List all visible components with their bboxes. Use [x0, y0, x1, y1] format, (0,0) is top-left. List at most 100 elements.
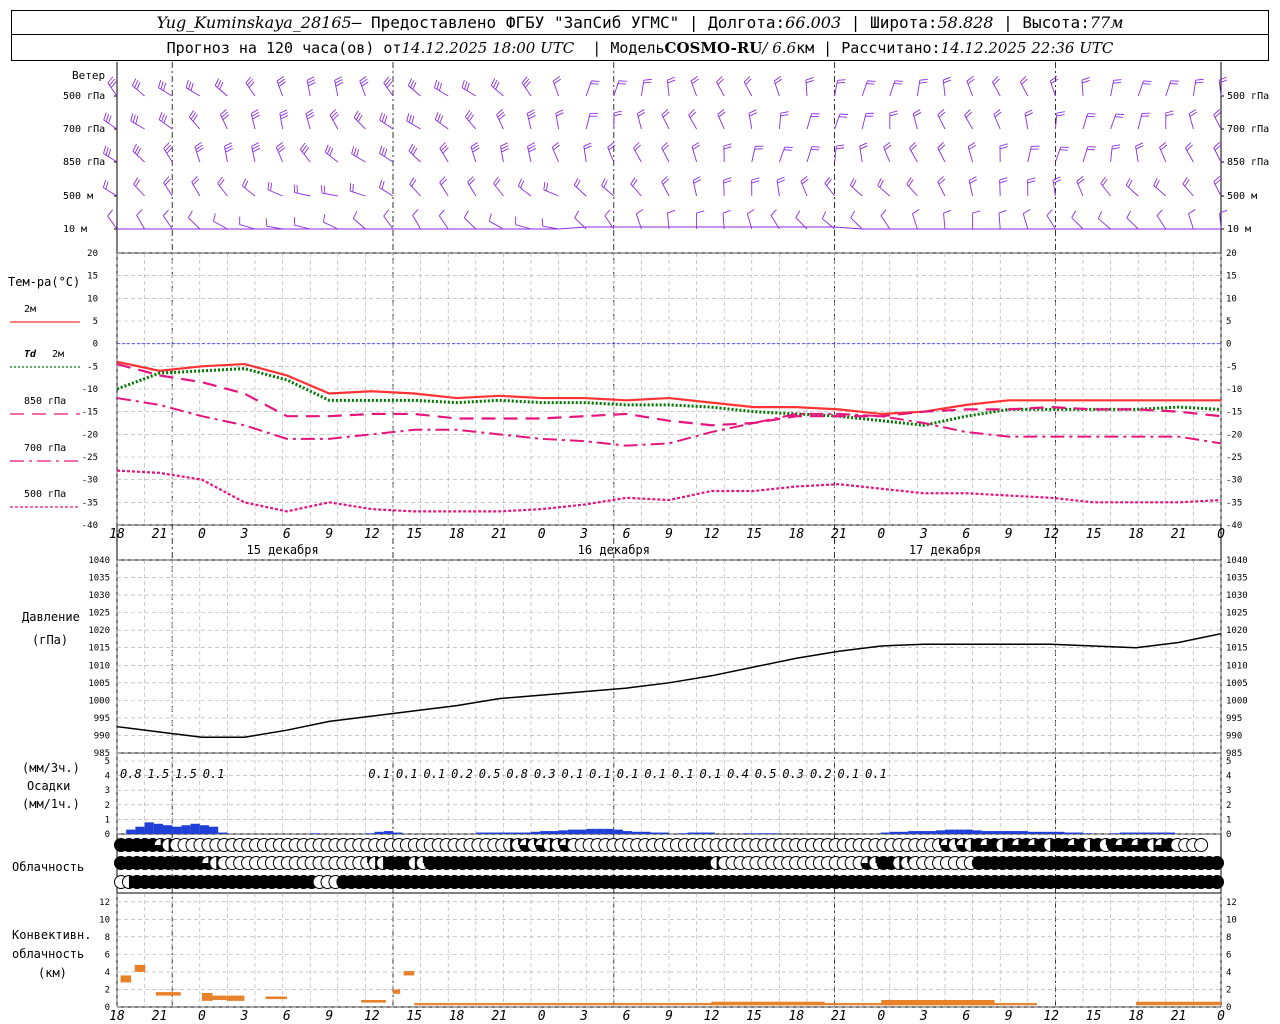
- precip-bar: [393, 832, 403, 834]
- wind-barb: [1110, 113, 1117, 130]
- wind-barb-feather: [880, 209, 887, 216]
- hour-label-bottom: 9: [665, 1009, 673, 1024]
- wind-barb: [906, 183, 918, 197]
- wind-barb-feather: [158, 79, 162, 88]
- wind-barb: [916, 80, 921, 97]
- precip-bar: [531, 831, 541, 834]
- precip-bar: [1138, 832, 1148, 834]
- precip-bar: [209, 826, 219, 834]
- precip-bar: [696, 832, 706, 834]
- wind-barb: [585, 80, 592, 97]
- hour-label-bottom: 12: [1043, 1009, 1059, 1024]
- temp-tick-label: 15: [87, 272, 98, 282]
- pres-tick-label-right: 1020: [1226, 626, 1248, 636]
- hour-label-bottom: 12: [364, 1009, 380, 1024]
- wind-barb-feather: [776, 176, 785, 181]
- wind-barb-feather: [279, 109, 288, 114]
- hour-label-bottom: 18: [1128, 1009, 1144, 1024]
- wind-barb: [434, 119, 449, 130]
- precip-bar: [687, 832, 697, 834]
- wind-barb: [329, 114, 339, 130]
- wind-barb-feather: [136, 81, 141, 90]
- wind-barb-feather: [999, 143, 1008, 147]
- wind-barb-feather: [327, 146, 331, 155]
- precip-amount-label: 0.1: [368, 767, 390, 781]
- hour-label: 21: [1171, 527, 1187, 542]
- precip-unit-3h: (мм/3ч.): [22, 761, 80, 775]
- hour-label-bottom: 15: [1086, 1009, 1102, 1024]
- wind-barb-feather: [490, 78, 496, 86]
- precip-tick-label-right: 0: [1226, 830, 1231, 840]
- wind-barb-feather: [643, 81, 652, 84]
- wind-barb: [1082, 146, 1089, 163]
- wind-barb: [1019, 81, 1029, 97]
- precip-bar: [678, 833, 688, 834]
- wind-barb-feather: [190, 82, 194, 91]
- hour-label: 21: [152, 527, 168, 542]
- wind-barb-feather: [1056, 111, 1065, 114]
- wind-barb: [1137, 113, 1143, 130]
- pres-tick-label: 990: [94, 731, 110, 741]
- precip-bar: [1064, 832, 1074, 834]
- convective-bar: [265, 996, 287, 1000]
- hour-label-bottom: 18: [109, 1009, 125, 1024]
- hour-label: 12: [704, 527, 720, 542]
- precip-bar: [475, 832, 485, 834]
- precip-amount-label: 0.2: [451, 767, 473, 781]
- precip-bar: [126, 829, 136, 834]
- temp-tick-label-right: -5: [1226, 362, 1237, 372]
- wind-barb-feather: [280, 112, 288, 117]
- precip-bar: [623, 831, 633, 834]
- wind-barb-feather: [912, 209, 920, 215]
- wind-barb-feather: [751, 177, 760, 181]
- precip-bar: [1000, 831, 1010, 834]
- wind-barb-feather: [723, 146, 732, 150]
- wind-barb-feather: [466, 82, 470, 91]
- hour-label: 9: [325, 527, 333, 542]
- temp-tick-label: -40: [82, 521, 98, 531]
- precip-amount-label: 0.3: [782, 767, 804, 781]
- wind-barb-feather: [751, 180, 760, 184]
- wind-barb-feather: [859, 145, 868, 150]
- wind-barb: [861, 113, 867, 130]
- wind-barb-feather: [501, 148, 509, 153]
- precip-bar: [1037, 831, 1047, 834]
- wind-barb-feather: [780, 111, 789, 114]
- temp-tick-label: 20: [87, 249, 98, 259]
- hour-label: 9: [665, 527, 673, 542]
- wind-barb-feather: [307, 79, 316, 84]
- wind-barb: [353, 218, 366, 230]
- precip-amount-label: 0.3: [534, 767, 556, 781]
- temp-tick-label-right: -20: [1226, 430, 1242, 440]
- hour-label-bottom: 6: [283, 1009, 291, 1024]
- precip-amount-label: 0.8: [506, 767, 528, 781]
- precip-bar: [1073, 832, 1083, 834]
- wind-barb-feather: [324, 144, 329, 153]
- wind-barb: [521, 82, 532, 97]
- hour-label-bottom: 0: [538, 1009, 546, 1024]
- wind-barb-feather: [576, 179, 581, 188]
- wind-barb: [850, 217, 863, 230]
- hour-label: 12: [364, 527, 380, 542]
- precip-bar: [172, 826, 182, 834]
- hour-label: 12: [1043, 527, 1059, 542]
- precip-amount-label: 0.1: [589, 767, 611, 781]
- wind-barb-feather: [590, 83, 599, 85]
- hour-label: 18: [449, 527, 465, 542]
- wind-barb-feather: [410, 80, 415, 88]
- wind-barb: [1082, 113, 1089, 130]
- wind-barb-feather: [1126, 210, 1132, 219]
- precip-tick-label: 5: [105, 757, 110, 767]
- convective-bar: [155, 992, 181, 996]
- wind-barb: [464, 217, 477, 230]
- wind-barb-feather: [877, 178, 882, 186]
- wind-barb-feather: [461, 79, 465, 88]
- wind-barb-feather: [265, 218, 268, 227]
- wind-level-label: 500 гПа: [63, 91, 105, 102]
- hour-label-bottom: 3: [579, 1009, 588, 1024]
- conv-tick-label: 12: [99, 898, 110, 908]
- wind-barb-feather: [163, 115, 168, 124]
- wind-barb: [850, 184, 863, 197]
- precip-bar: [181, 825, 191, 834]
- precip-bar: [991, 831, 1001, 834]
